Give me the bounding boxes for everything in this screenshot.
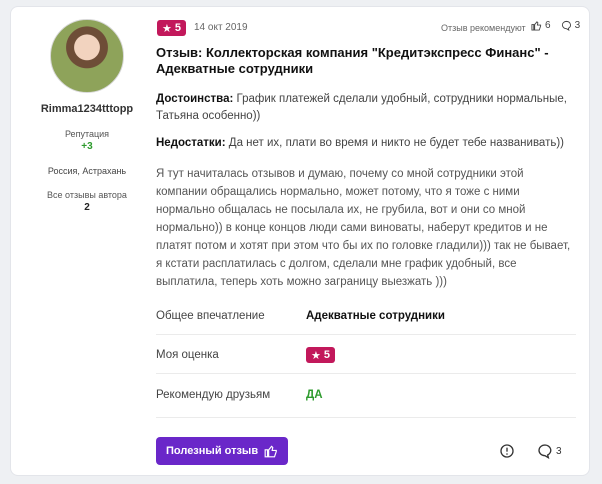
review-body: Я тут начиталась отзывов и думаю, почему… [156, 168, 571, 288]
author-panel: Rimma1234tttopp Репутация +3 Россия, Аст… [39, 19, 135, 213]
comments-count: 3 [574, 20, 581, 31]
my-rating-badge: ★ 5 [306, 347, 335, 363]
all-reviews-label[interactable]: Все отзывы автора [39, 190, 135, 200]
rating-value: 5 [174, 22, 181, 34]
useful-review-label: Полезный отзыв [166, 445, 259, 457]
recommend-label: Рекомендую друзьям [156, 389, 271, 401]
alert-circle-icon [500, 444, 514, 458]
comments-button[interactable]: 3 [537, 443, 562, 459]
star-icon: ★ [311, 349, 321, 362]
recommend-value: ДА [306, 389, 323, 401]
cons-text: Да нет их, плати во время и никто не буд… [228, 137, 564, 149]
review-card: Rimma1234tttopp Репутация +3 Россия, Аст… [10, 6, 590, 476]
all-reviews-count[interactable]: 2 [39, 202, 135, 213]
bottom-actions: 3 [499, 443, 562, 459]
my-rating-label: Моя оценка [156, 349, 219, 361]
divider [156, 373, 576, 374]
avatar[interactable] [50, 19, 124, 93]
useful-review-button[interactable]: Полезный отзыв [156, 437, 289, 465]
reputation-label: Репутация [64, 129, 110, 139]
report-button[interactable] [499, 443, 515, 459]
reputation-value: +3 [81, 141, 93, 152]
impression-value: Адекватные сотрудники [306, 310, 445, 322]
comments-link[interactable]: 3 [561, 20, 581, 31]
author-username[interactable]: Rimma1234tttopp [39, 103, 135, 115]
author-location: Россия, Астрахань [47, 166, 127, 176]
bottom-comments-count: 3 [556, 445, 562, 457]
top-actions: 6 3 [531, 20, 580, 31]
likes-count: 6 [545, 20, 551, 31]
like-button[interactable]: 6 [531, 20, 551, 31]
rating-badge: ★ 5 [157, 20, 186, 36]
comment-icon [561, 20, 571, 31]
star-icon: ★ [162, 22, 172, 35]
impression-label: Общее впечатление [156, 310, 265, 322]
thumbs-up-icon [531, 21, 542, 31]
pros: Достоинства: График платежей сделали удо… [156, 91, 576, 125]
comment-icon [538, 444, 552, 459]
review-date: 14 окт 2019 [194, 22, 248, 33]
thumbs-up-icon [264, 445, 277, 458]
divider [156, 334, 576, 335]
recommended-text: Отзыв рекомендуют [441, 23, 526, 33]
cons-label: Недостатки: [156, 137, 226, 149]
divider [156, 417, 576, 418]
review-title: Отзыв: Коллекторская компания "Кредитэкс… [156, 45, 549, 76]
pros-label: Достоинства: [156, 93, 234, 105]
my-rating-value: 5 [323, 349, 330, 361]
cons: Недостатки: Да нет их, плати во время и … [156, 135, 586, 152]
